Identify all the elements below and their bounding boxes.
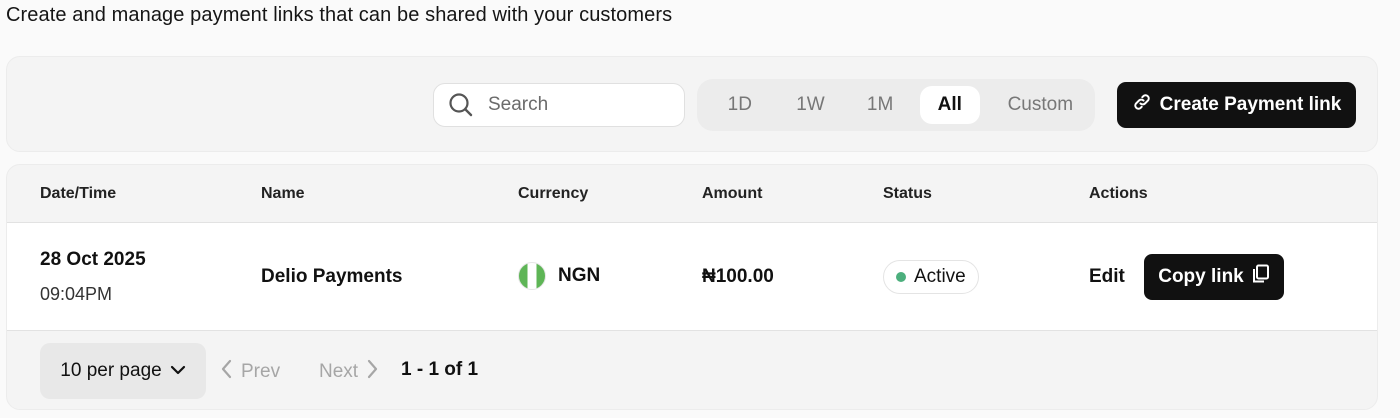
range-all-button[interactable]: All xyxy=(919,86,980,124)
chevron-down-icon xyxy=(170,360,186,382)
range-1d-button[interactable]: 1D xyxy=(707,86,773,124)
per-page-label: 10 per page xyxy=(60,360,162,381)
copy-icon xyxy=(1252,264,1270,290)
copy-link-button[interactable]: Copy link xyxy=(1144,254,1284,300)
range-1m-button[interactable]: 1M xyxy=(848,86,912,124)
column-header-currency: Currency xyxy=(518,185,589,202)
create-payment-link-button[interactable]: Create Payment link xyxy=(1117,82,1356,128)
copy-link-label: Copy link xyxy=(1158,266,1244,287)
search-icon xyxy=(438,83,484,127)
table-header: Date/Time Name Currency Amount Status Ac… xyxy=(7,165,1377,223)
column-header-datetime: Date/Time xyxy=(40,185,117,202)
status-dot-icon xyxy=(896,272,906,282)
row-currency-code: NGN xyxy=(558,265,601,286)
link-icon xyxy=(1132,92,1152,118)
range-1w-button[interactable]: 1W xyxy=(773,86,849,124)
range-custom-button[interactable]: Custom xyxy=(986,86,1095,124)
date-range-filter: 1D 1W 1M All Custom xyxy=(697,79,1095,131)
prev-label: Prev xyxy=(241,361,281,382)
column-header-status: Status xyxy=(883,185,932,202)
row-name: Delio Payments xyxy=(261,266,403,287)
next-label: Next xyxy=(319,361,359,382)
payment-links-table: Date/Time Name Currency Amount Status Ac… xyxy=(6,164,1378,410)
edit-link[interactable]: Edit xyxy=(1089,266,1125,288)
next-page-button[interactable]: Next xyxy=(319,359,378,385)
chevron-right-icon xyxy=(366,359,378,385)
row-date: 28 Oct 2025 xyxy=(40,249,146,270)
pagination-bar: 10 per page Prev Next 1 - 1 of 1 xyxy=(7,331,1377,409)
page-subtitle: Create and manage payment links that can… xyxy=(6,4,673,26)
row-time: 09:04PM xyxy=(40,284,113,304)
nigeria-flag-icon xyxy=(518,262,546,290)
table-row[interactable]: 28 Oct 2025 09:04PM Delio Payments NGN ₦… xyxy=(7,223,1377,331)
column-header-actions: Actions xyxy=(1089,185,1148,202)
pagination-range-text: 1 - 1 of 1 xyxy=(401,359,479,380)
per-page-select[interactable]: 10 per page xyxy=(40,343,206,399)
row-currency: NGN xyxy=(518,262,600,290)
toolbar: 1D 1W 1M All Custom Create Payment link xyxy=(6,56,1378,152)
status-label: Active xyxy=(914,266,966,287)
status-badge: Active xyxy=(883,260,979,294)
create-payment-link-label: Create Payment link xyxy=(1159,94,1342,115)
column-header-amount: Amount xyxy=(702,185,763,202)
search-box[interactable] xyxy=(433,83,685,127)
search-input[interactable] xyxy=(488,94,668,116)
chevron-left-icon xyxy=(221,359,233,385)
column-header-name: Name xyxy=(261,185,305,202)
prev-page-button[interactable]: Prev xyxy=(221,359,280,385)
row-amount: ₦100.00 xyxy=(702,266,774,287)
